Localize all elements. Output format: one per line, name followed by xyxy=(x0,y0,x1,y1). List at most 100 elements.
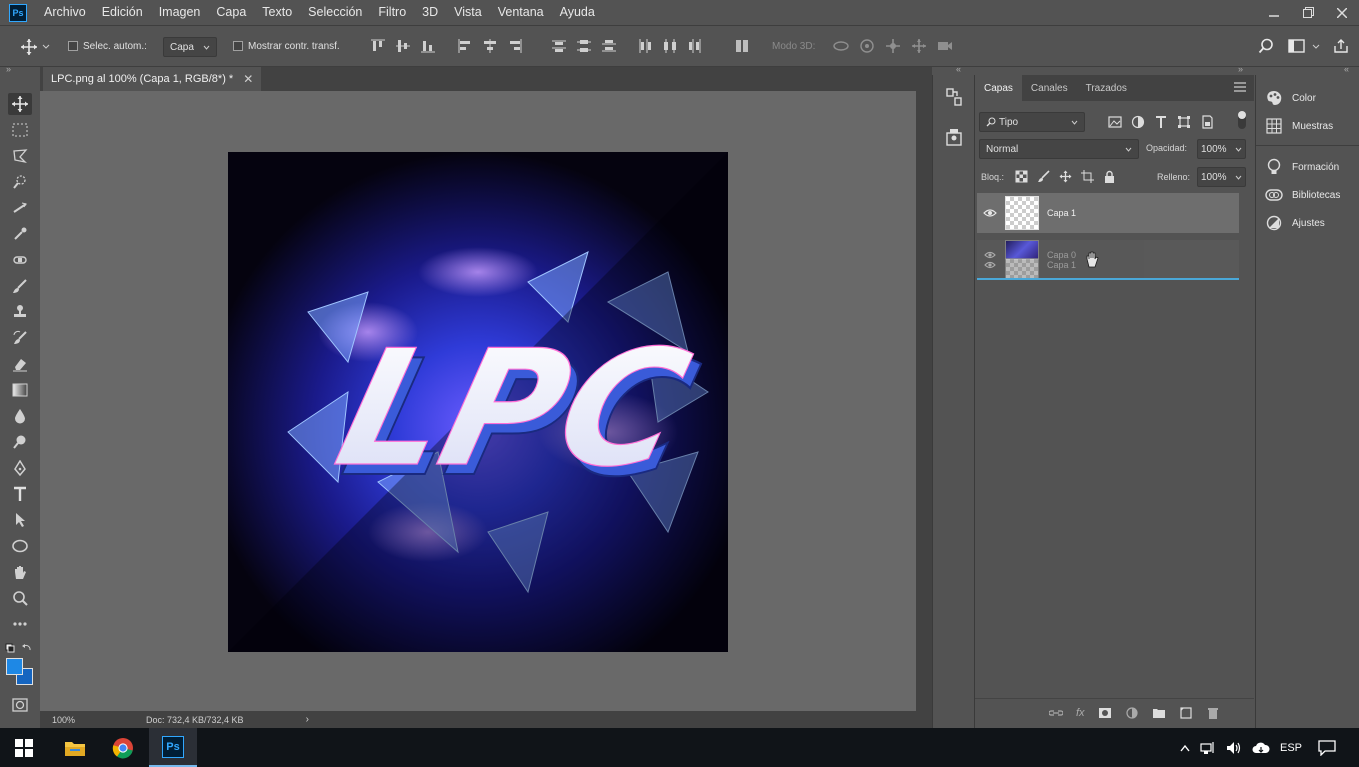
type-filter-icon[interactable] xyxy=(1154,115,1168,129)
menu-texto[interactable]: Texto xyxy=(254,0,300,25)
more-tools-button[interactable] xyxy=(8,613,32,635)
chevron-down-icon[interactable] xyxy=(42,44,50,50)
lasso-tool[interactable] xyxy=(8,145,32,167)
close-button[interactable] xyxy=(1325,0,1359,25)
file-explorer-icon[interactable] xyxy=(51,728,99,767)
shape-tool[interactable] xyxy=(8,535,32,557)
restore-button[interactable] xyxy=(1291,0,1325,25)
tab-canales[interactable]: Canales xyxy=(1022,75,1077,101)
gradient-tool[interactable] xyxy=(8,379,32,401)
collapse-chevron-icon[interactable]: » xyxy=(1238,64,1243,74)
blend-mode-dropdown[interactable]: Normal xyxy=(979,139,1139,159)
blur-tool[interactable] xyxy=(8,405,32,427)
menu-edicion[interactable]: Edición xyxy=(94,0,151,25)
image-filter-icon[interactable] xyxy=(1108,115,1122,129)
menu-capa[interactable]: Capa xyxy=(208,0,254,25)
chevron-down-icon[interactable] xyxy=(1312,44,1320,50)
document-tab[interactable]: LPC.png al 100% (Capa 1, RGB/8*) * ✕ xyxy=(43,67,261,91)
dodge-tool[interactable] xyxy=(8,431,32,453)
onedrive-cloud-icon[interactable] xyxy=(1252,741,1270,755)
align-hcenter-icon[interactable] xyxy=(482,38,498,54)
filter-toggle[interactable] xyxy=(1238,111,1246,129)
menu-seleccion[interactable]: Selección xyxy=(300,0,370,25)
history-panel-icon[interactable] xyxy=(945,87,963,107)
eyedropper-tool[interactable] xyxy=(8,223,32,245)
vertical-scrollbar[interactable] xyxy=(916,91,932,711)
lock-position-icon[interactable] xyxy=(1059,170,1072,183)
menu-vista[interactable]: Vista xyxy=(446,0,490,25)
adjustment-filter-icon[interactable] xyxy=(1131,115,1145,129)
brush-tool[interactable] xyxy=(8,275,32,297)
layer-row-capa-1[interactable]: Capa 1 xyxy=(977,193,1239,233)
menu-3d[interactable]: 3D xyxy=(414,0,446,25)
fx-icon[interactable]: fx xyxy=(1076,707,1085,719)
distribute-left-icon[interactable] xyxy=(637,38,653,54)
adjustment-layer-icon[interactable] xyxy=(1125,707,1139,719)
volume-icon[interactable] xyxy=(1226,741,1242,755)
chevron-right-icon[interactable]: › xyxy=(306,714,309,725)
menu-ventana[interactable]: Ventana xyxy=(490,0,552,25)
eye-icon[interactable] xyxy=(977,251,1003,269)
windows-start-icon[interactable] xyxy=(0,728,48,767)
trash-icon[interactable] xyxy=(1206,707,1220,719)
libraries-panel-button[interactable]: Bibliotecas xyxy=(1264,183,1340,207)
tab-trazados[interactable]: Trazados xyxy=(1077,75,1136,101)
foreground-color-swatch[interactable] xyxy=(6,658,23,675)
move-tool-icon[interactable] xyxy=(20,38,37,55)
close-tab-icon[interactable]: ✕ xyxy=(243,72,253,86)
zoom-level[interactable]: 100% xyxy=(52,715,112,725)
chrome-icon[interactable] xyxy=(99,728,147,767)
collapse-chevron-icon[interactable]: » xyxy=(6,64,11,74)
align-top-icon[interactable] xyxy=(370,38,386,54)
align-right-icon[interactable] xyxy=(507,38,523,54)
history-brush-tool[interactable] xyxy=(8,327,32,349)
slide-3d-icon[interactable] xyxy=(910,38,928,54)
shape-filter-icon[interactable] xyxy=(1177,115,1191,129)
fill-field[interactable]: 100% xyxy=(1197,167,1246,187)
photoshop-taskbar-icon[interactable]: Ps xyxy=(149,728,197,767)
swatches-panel-button[interactable]: Muestras xyxy=(1264,114,1333,138)
orbit-3d-icon[interactable] xyxy=(832,38,850,54)
path-selection-tool[interactable] xyxy=(8,509,32,531)
distribute-vcenter-icon[interactable] xyxy=(576,38,592,54)
lock-pixels-icon[interactable] xyxy=(1037,170,1050,183)
chevron-up-icon[interactable] xyxy=(1180,744,1190,752)
minimize-button[interactable] xyxy=(1257,0,1291,25)
hand-tool[interactable] xyxy=(8,561,32,583)
distribute-hcenter-icon[interactable] xyxy=(662,38,678,54)
menu-archivo[interactable]: Archivo xyxy=(36,0,94,25)
menu-imagen[interactable]: Imagen xyxy=(151,0,209,25)
collapse-chevron-icon[interactable]: « xyxy=(1344,64,1349,74)
align-left-icon[interactable] xyxy=(457,38,473,54)
learn-panel-button[interactable]: Formación xyxy=(1264,155,1339,179)
share-icon[interactable] xyxy=(1333,38,1349,54)
crop-tool[interactable] xyxy=(8,197,32,219)
move-tool[interactable] xyxy=(8,93,32,115)
add-mask-icon[interactable] xyxy=(1098,707,1112,719)
color-panel-button[interactable]: Color xyxy=(1264,86,1316,110)
pan-3d-icon[interactable] xyxy=(884,38,902,54)
quick-mask-button[interactable] xyxy=(8,694,32,716)
zoom-tool[interactable] xyxy=(8,587,32,609)
align-vcenter-icon[interactable] xyxy=(395,38,411,54)
layer-filter-dropdown[interactable]: Tipo xyxy=(979,112,1085,132)
notifications-icon[interactable] xyxy=(1318,728,1336,767)
lock-all-icon[interactable] xyxy=(1103,170,1116,183)
lock-transparent-icon[interactable] xyxy=(1015,170,1028,183)
stamp-tool[interactable] xyxy=(8,301,32,323)
smart-object-filter-icon[interactable] xyxy=(1200,115,1214,129)
adjustments-panel-button[interactable]: Ajustes xyxy=(1264,211,1325,235)
artwork-image[interactable]: LPC LPC xyxy=(228,152,728,652)
layer-row-capa-0[interactable]: Capa 0 Capa 1 xyxy=(977,240,1239,280)
new-layer-icon[interactable] xyxy=(1179,707,1193,719)
language-indicator[interactable]: ESP xyxy=(1280,742,1302,754)
align-bottom-icon[interactable] xyxy=(420,38,436,54)
auto-align-icon[interactable] xyxy=(734,38,750,54)
roll-3d-icon[interactable] xyxy=(858,38,876,54)
eraser-tool[interactable] xyxy=(8,353,32,375)
link-layers-icon[interactable] xyxy=(1049,707,1063,719)
menu-ayuda[interactable]: Ayuda xyxy=(552,0,603,25)
healing-tool[interactable] xyxy=(8,249,32,271)
menu-filtro[interactable]: Filtro xyxy=(370,0,414,25)
marquee-tool[interactable] xyxy=(8,119,32,141)
